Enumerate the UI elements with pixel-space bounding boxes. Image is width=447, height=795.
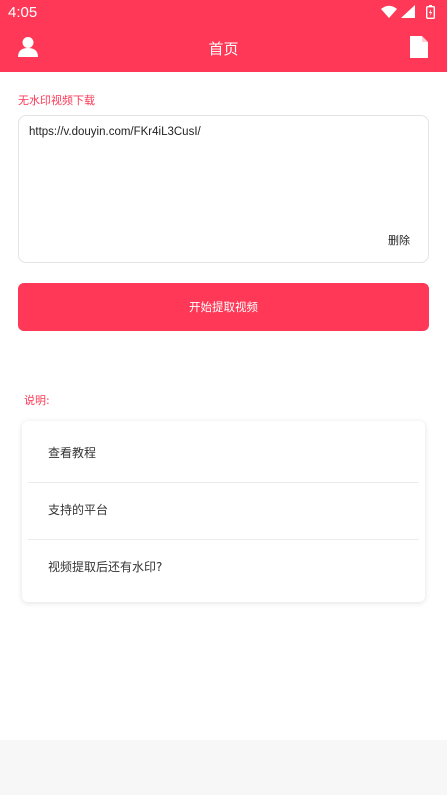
battery-icon — [426, 5, 435, 19]
delete-button[interactable]: 删除 — [388, 232, 410, 248]
bottom-bar — [0, 740, 447, 795]
signal-icon — [401, 5, 415, 18]
wifi-icon — [381, 5, 397, 18]
extract-video-button[interactable]: 开始提取视频 — [18, 283, 429, 331]
help-item-label: 视频提取后还有水印? — [48, 560, 163, 574]
page-title: 首页 — [208, 40, 239, 58]
help-item-label: 支持的平台 — [48, 503, 109, 517]
help-item-watermark-faq[interactable]: 视频提取后还有水印? — [22, 539, 425, 596]
app-header: 4:05 首页 — [0, 0, 447, 72]
help-card: 查看教程 支持的平台 视频提取后还有水印? — [22, 421, 425, 602]
download-section-label: 无水印视频下载 — [18, 94, 95, 107]
help-item-platforms[interactable]: 支持的平台 — [22, 482, 425, 539]
url-input-value: https://v.douyin.com/FKr4iL3CusI/ — [29, 126, 201, 138]
help-item-tutorial[interactable]: 查看教程 — [22, 425, 425, 482]
url-input[interactable]: https://v.douyin.com/FKr4iL3CusI/ 删除 — [18, 115, 429, 263]
status-time: 4:05 — [8, 4, 38, 21]
help-section-label: 说明: — [24, 394, 50, 407]
document-button[interactable] — [410, 36, 428, 58]
document-icon — [410, 36, 428, 58]
help-item-label: 查看教程 — [48, 446, 97, 460]
